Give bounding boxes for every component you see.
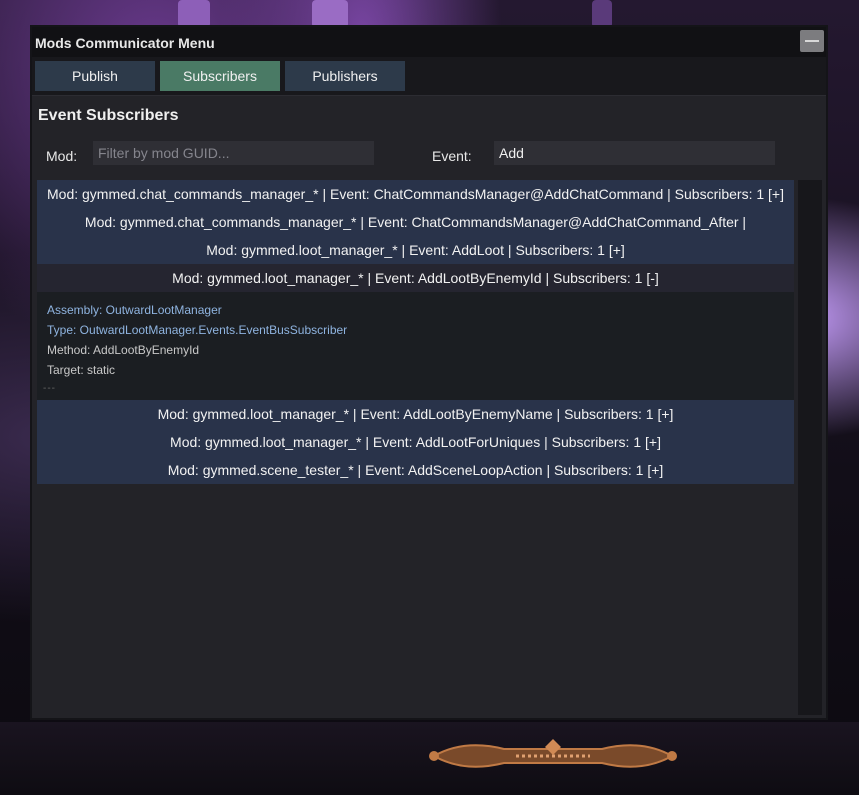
mod-filter-label: Mod: xyxy=(46,148,78,164)
details-type: Type: OutwardLootManager.Events.EventBus… xyxy=(47,323,348,337)
details-separator: --- xyxy=(43,383,56,394)
titlebar[interactable]: Mods Communicator Menu xyxy=(32,27,826,57)
tab-subscribers[interactable]: Subscribers xyxy=(160,61,280,91)
minimize-button[interactable] xyxy=(800,30,824,52)
background-glow-middle xyxy=(312,0,348,28)
details-assembly: Assembly: OutwardLootManager xyxy=(47,303,222,317)
subscriber-list: Mod: gymmed.chat_commands_manager_* | Ev… xyxy=(37,180,794,484)
minimize-icon xyxy=(805,40,819,42)
tab-publishers[interactable]: Publishers xyxy=(285,61,405,91)
event-filter-label: Event: xyxy=(432,148,472,164)
tab-publish[interactable]: Publish xyxy=(35,61,155,91)
event-filter-input[interactable] xyxy=(494,141,775,165)
background-glow-left xyxy=(178,0,210,28)
window-title: Mods Communicator Menu xyxy=(35,35,215,51)
list-item[interactable]: Mod: gymmed.scene_tester_* | Event: AddS… xyxy=(37,456,794,484)
mod-filter-input[interactable] xyxy=(93,141,374,165)
section-title: Event Subscribers xyxy=(38,107,179,124)
tab-bar: Publish Subscribers Publishers xyxy=(32,57,826,96)
ornament-icon xyxy=(429,739,677,768)
list-item[interactable]: Mod: gymmed.loot_manager_* | Event: AddL… xyxy=(37,236,794,264)
list-scrollbar[interactable] xyxy=(798,180,822,715)
details-method: Method: AddLootByEnemyId xyxy=(47,343,200,357)
list-item-expanded[interactable]: Mod: gymmed.loot_manager_* | Event: AddL… xyxy=(37,264,794,292)
subscriber-details: Assembly: OutwardLootManager Type: Outwa… xyxy=(37,292,794,400)
background-glow-right xyxy=(592,0,612,28)
mods-communicator-window: Mods Communicator Menu Publish Subscribe… xyxy=(30,25,828,720)
details-target: Target: static xyxy=(47,363,116,377)
list-item[interactable]: Mod: gymmed.loot_manager_* | Event: AddL… xyxy=(37,400,794,428)
list-item[interactable]: Mod: gymmed.loot_manager_* | Event: AddL… xyxy=(37,428,794,456)
list-item[interactable]: Mod: gymmed.chat_commands_manager_* | Ev… xyxy=(37,208,794,236)
list-item[interactable]: Mod: gymmed.chat_commands_manager_* | Ev… xyxy=(37,180,794,208)
